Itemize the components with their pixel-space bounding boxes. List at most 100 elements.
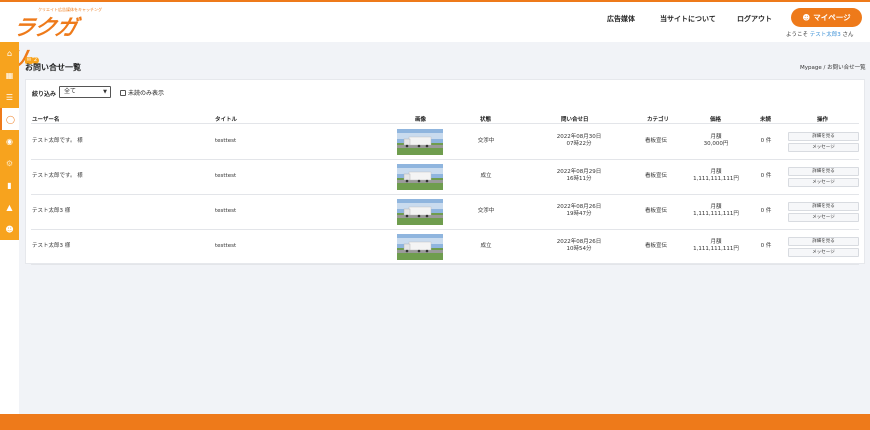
bookmark-icon[interactable]: ▮ bbox=[0, 174, 19, 196]
truck-image-icon bbox=[397, 163, 443, 190]
row-price: 月額 30,000円 bbox=[681, 134, 751, 148]
unread-only-label: 未読のみ表示 bbox=[128, 90, 165, 97]
welcome-suffix: さん bbox=[840, 32, 854, 38]
list-icon[interactable]: ☰ bbox=[0, 86, 19, 108]
col-category: カテゴリ bbox=[647, 117, 670, 123]
row-title: testtest bbox=[215, 207, 237, 214]
detail-button[interactable]: 詳細を見る bbox=[788, 131, 859, 141]
row-date-day: 2022年08月26日 bbox=[556, 238, 602, 245]
row-price-amount: 1,111,111,111円 bbox=[693, 175, 739, 182]
row-price-amount: 1,111,111,111円 bbox=[693, 245, 739, 252]
row-divider bbox=[31, 159, 859, 160]
person-icon: ☻ bbox=[802, 13, 811, 22]
detail-button[interactable]: 詳細を見る bbox=[788, 166, 859, 176]
truck-thumbnail[interactable] bbox=[397, 128, 443, 155]
message-button[interactable]: メッセージ bbox=[788, 247, 859, 257]
grid-icon[interactable]: ▦ bbox=[0, 64, 19, 86]
message-button[interactable]: メッセージ bbox=[788, 212, 859, 222]
detail-button[interactable]: 詳細を見る bbox=[788, 201, 859, 211]
filter-select[interactable]: 全て ▼ bbox=[59, 86, 111, 98]
comment-icon[interactable]: ◉ bbox=[0, 130, 19, 152]
unread-only-checkbox[interactable]: 未読のみ表示 bbox=[120, 88, 164, 97]
row-price-period: 月額 bbox=[710, 133, 722, 140]
col-unread: 未読 bbox=[760, 117, 772, 123]
row-status: 成立 bbox=[480, 242, 492, 249]
welcome-user-link[interactable]: テスト太郎3 bbox=[810, 32, 841, 38]
row-title: testtest bbox=[215, 242, 237, 249]
chat-icon[interactable]: ◯ bbox=[0, 108, 19, 130]
truck-thumbnail[interactable] bbox=[397, 233, 443, 260]
message-button[interactable]: メッセージ bbox=[788, 142, 859, 152]
sidebar: ⌂ ▦ ☰ ◯ ◉ ⚙ ▮ ▲ ☻ bbox=[0, 42, 19, 240]
chevron-down-icon: ▼ bbox=[103, 89, 107, 95]
col-image: 画像 bbox=[415, 117, 427, 123]
row-title: testtest bbox=[215, 137, 237, 144]
row-user: テスト太郎3 様 bbox=[32, 242, 71, 249]
page-title: お問い合せ一覧 bbox=[25, 63, 81, 72]
row-price: 月額 1,111,111,111円 bbox=[681, 169, 751, 183]
truck-image-icon bbox=[397, 128, 443, 155]
row-price-amount: 30,000円 bbox=[703, 140, 729, 147]
truck-thumbnail[interactable] bbox=[397, 163, 443, 190]
col-user: ユーザー名 bbox=[32, 117, 60, 123]
row-date: 2022年08月26日 10時54分 bbox=[536, 239, 622, 253]
row-user: テスト太郎です。 様 bbox=[32, 137, 83, 144]
message-button[interactable]: メッセージ bbox=[788, 177, 859, 187]
truck-thumbnail[interactable] bbox=[397, 198, 443, 225]
row-user: テスト太郎3 様 bbox=[32, 207, 71, 214]
row-date: 2022年08月30日 07時22分 bbox=[536, 134, 622, 148]
nav-logout[interactable]: ログアウト bbox=[737, 14, 772, 24]
row-price-period: 月額 bbox=[710, 238, 722, 245]
row-unread: 0 件 bbox=[760, 137, 772, 144]
checkbox-box[interactable] bbox=[120, 89, 126, 96]
welcome-prefix: ようこそ bbox=[786, 32, 810, 38]
row-category: 看板宣伝 bbox=[644, 207, 667, 214]
row-divider bbox=[31, 264, 859, 265]
sidebar-lower-area bbox=[0, 240, 19, 414]
filter-selected-value: 全て bbox=[64, 88, 77, 95]
home-icon[interactable]: ⌂ bbox=[0, 42, 19, 64]
truck-image-icon bbox=[397, 233, 443, 260]
row-status: 交渉中 bbox=[477, 137, 495, 144]
site-footer bbox=[0, 414, 870, 430]
row-status: 成立 bbox=[480, 172, 492, 179]
filter-label: 絞り込み bbox=[32, 91, 57, 98]
row-divider bbox=[31, 194, 859, 195]
col-date: 問い合せ日 bbox=[561, 117, 589, 123]
row-category: 看板宣伝 bbox=[644, 137, 667, 144]
row-date-day: 2022年08月26日 bbox=[556, 203, 602, 210]
mypage-button[interactable]: ☻ マイページ bbox=[791, 8, 862, 27]
row-date: 2022年08月26日 19時47分 bbox=[536, 204, 622, 218]
fire-icon[interactable]: ▲ bbox=[0, 196, 19, 218]
row-price: 月額 1,111,111,111円 bbox=[681, 204, 751, 218]
row-date-time: 10時54分 bbox=[566, 245, 592, 252]
row-price-amount: 1,111,111,111円 bbox=[693, 210, 739, 217]
nav-about[interactable]: 当サイトについて bbox=[660, 14, 716, 24]
row-status: 交渉中 bbox=[477, 207, 495, 214]
row-unread: 0 件 bbox=[760, 207, 772, 214]
row-title: testtest bbox=[215, 172, 237, 179]
user-icon[interactable]: ☻ bbox=[0, 218, 19, 240]
row-divider bbox=[31, 229, 859, 230]
site-logo[interactable]: クリエイト広告媒体をキャッチング ラクガリ bbox=[3, 5, 102, 73]
truck-image-icon bbox=[397, 198, 443, 225]
col-status: 状態 bbox=[480, 117, 492, 123]
row-category: 看板宣伝 bbox=[644, 172, 667, 179]
row-unread: 0 件 bbox=[760, 242, 772, 249]
site-header: クリエイト広告媒体をキャッチング ラクガリ 広告媒体 当サイトについて ログアウ… bbox=[0, 2, 870, 73]
col-title: タイトル bbox=[215, 117, 238, 123]
row-date-time: 07時22分 bbox=[566, 140, 592, 147]
header-divider bbox=[31, 123, 859, 124]
mypage-button-label: マイページ bbox=[813, 13, 851, 22]
row-category: 看板宣伝 bbox=[644, 242, 667, 249]
row-price-period: 月額 bbox=[710, 203, 722, 210]
welcome-text: ようこそ テスト太郎3 さん bbox=[786, 30, 854, 38]
nav-media[interactable]: 広告媒体 bbox=[607, 14, 635, 24]
inquiry-panel: 絞り込み 全て ▼ 未読のみ表示 ユーザー名 タイトル 画像 状態 問い合せ日 … bbox=[25, 79, 865, 265]
row-unread: 0 件 bbox=[760, 172, 772, 179]
settings-icon[interactable]: ⚙ bbox=[0, 152, 19, 174]
row-price-period: 月額 bbox=[710, 168, 722, 175]
row-date-day: 2022年08月29日 bbox=[556, 168, 602, 175]
detail-button[interactable]: 詳細を見る bbox=[788, 236, 859, 246]
row-date-time: 16時11分 bbox=[566, 175, 592, 182]
